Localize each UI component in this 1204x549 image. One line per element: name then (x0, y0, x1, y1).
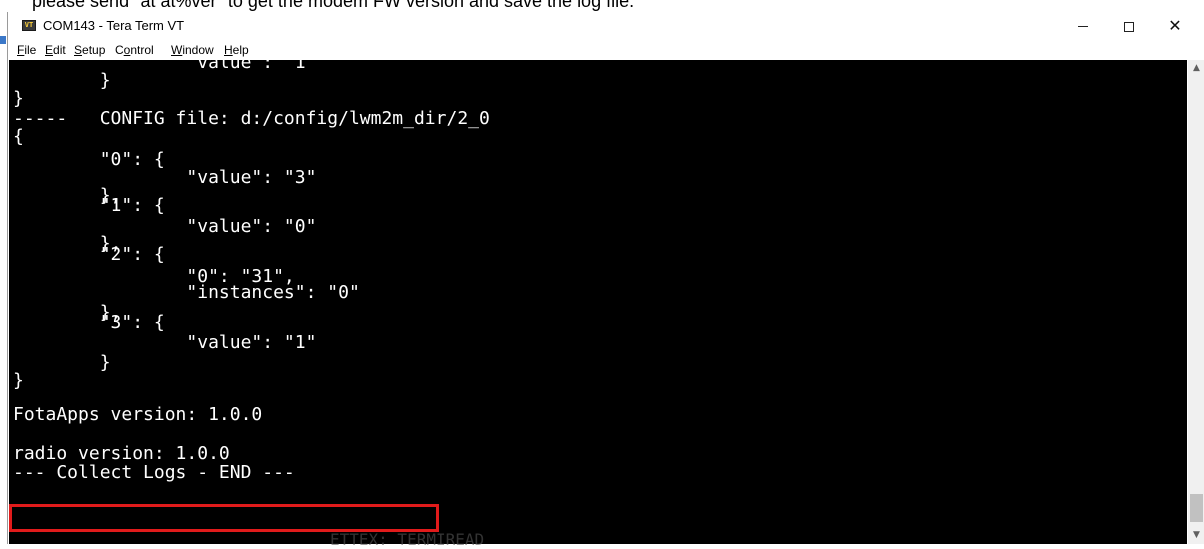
terminal-line: "3": { (13, 312, 165, 333)
scroll-up-icon[interactable]: ▲ (1188, 60, 1204, 77)
teraterm-window: VT COM143 - Tera Term VT ✕ File Edit Set… (7, 12, 1204, 544)
menu-bar: File Edit Setup Control Window Help (8, 40, 1204, 60)
menu-control[interactable]: Control (115, 40, 154, 60)
terminal-line: "2": { (13, 244, 165, 265)
terminal-line: { (13, 126, 24, 147)
menu-edit[interactable]: Edit (45, 40, 66, 60)
terminal-line: } (13, 352, 111, 373)
minimize-button[interactable] (1060, 12, 1106, 40)
terminal-line: radio version: 1.0.0 (13, 443, 230, 464)
menu-help[interactable]: Help (224, 40, 249, 60)
terminal-line: ----- CONFIG file: d:/config/lwm2m_dir/2… (13, 108, 490, 129)
close-button[interactable]: ✕ (1152, 12, 1198, 40)
terminal-line: "instances": "0" (13, 282, 360, 303)
maximize-button[interactable] (1106, 12, 1152, 40)
menu-file[interactable]: File (17, 40, 36, 60)
close-icon: ✕ (1168, 16, 1182, 35)
window-title: COM143 - Tera Term VT (43, 18, 185, 33)
title-bar[interactable]: VT COM143 - Tera Term VT ✕ (8, 12, 1204, 40)
terminal-line: FotaApps version: 1.0.0 (13, 404, 263, 425)
terminal-line: } (13, 370, 24, 391)
terminal-line: } (13, 70, 111, 91)
terminal-line: --- Collect Logs - END --- (13, 462, 295, 483)
scroll-down-icon[interactable]: ▼ (1188, 527, 1204, 544)
scroll-thumb[interactable] (1190, 494, 1203, 522)
background-window-edge (0, 0, 7, 544)
terminal-line: "1": { (13, 195, 165, 216)
terminal-line: } (13, 88, 24, 109)
terminal-line: "value": "1" (13, 332, 317, 353)
maximize-icon (1124, 21, 1134, 32)
minimize-icon (1078, 26, 1088, 27)
teraterm-app-icon[interactable]: VT (22, 20, 36, 31)
background-window-icon (0, 36, 6, 44)
menu-setup[interactable]: Setup (74, 40, 105, 60)
background-bleed-text: ETTEX: TERMIREAD (330, 530, 485, 549)
annotation-highlight-box (9, 504, 439, 532)
vertical-scrollbar[interactable]: ▲ ▼ (1188, 60, 1204, 544)
terminal-screen[interactable]: "value": "1" } } ----- CONFIG file: d:/c… (9, 60, 1187, 544)
menu-window[interactable]: Window (171, 40, 214, 60)
